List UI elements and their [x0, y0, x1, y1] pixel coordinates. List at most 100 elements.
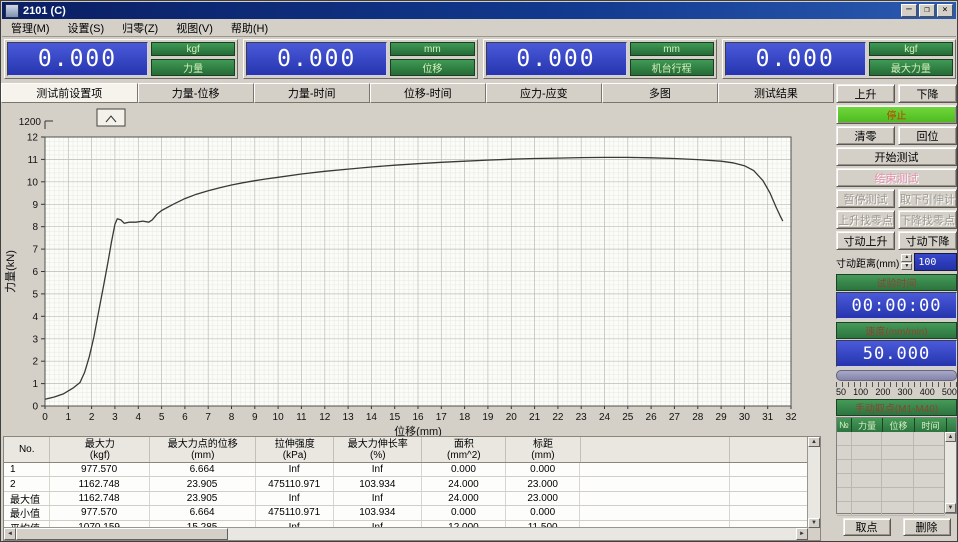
table-cell: 1162.748 — [50, 477, 150, 490]
channel-label: 最大力量 — [869, 59, 953, 76]
table-row[interactable]: 最小值977.5706.664475110.971103.9340.0000.0… — [4, 506, 808, 520]
mp-column-位移: 位移 — [883, 418, 915, 432]
svg-text:29: 29 — [716, 412, 728, 423]
menu-bar: 管理(M)设置(S)归零(Z)视图(V)帮助(H) — [2, 19, 956, 37]
spinner-down-icon[interactable]: ▼ — [901, 263, 912, 271]
results-horizontal-scrollbar[interactable]: ◄ ► — [4, 527, 808, 540]
results-column-header: 最大力点的位移(mm) — [150, 437, 256, 462]
scroll-down-icon[interactable]: ▼ — [945, 503, 956, 513]
svg-text:5: 5 — [159, 412, 165, 423]
speed-scale-label: 50 — [836, 387, 846, 397]
menu-item[interactable]: 帮助(H) — [222, 19, 277, 37]
results-vertical-scrollbar[interactable]: ▲ ▼ — [807, 437, 820, 528]
tab-应力-应变[interactable]: 应力-应变 — [486, 83, 602, 103]
unit-label: kgf — [151, 42, 235, 56]
return-button[interactable]: 回位 — [898, 126, 957, 145]
tab-测试前设置项[interactable]: 测试前设置项 — [1, 83, 138, 103]
tab-位移-时间[interactable]: 位移-时间 — [370, 83, 486, 103]
tab-多图[interactable]: 多图 — [602, 83, 718, 103]
scroll-left-icon[interactable]: ◄ — [4, 528, 16, 540]
x-axis-label: 位移(mm) — [394, 424, 442, 436]
menu-item[interactable]: 视图(V) — [167, 19, 222, 37]
table-cell: 103.934 — [334, 477, 422, 490]
table-cell: 24.000 — [422, 477, 506, 490]
svg-text:1: 1 — [32, 379, 38, 390]
display-力量: 0.000 kgf 力量 — [4, 39, 238, 79]
table-cell: 23.905 — [150, 477, 256, 490]
tab-力量-时间[interactable]: 力量-时间 — [254, 83, 370, 103]
table-cell: 475110.971 — [256, 477, 334, 490]
test-time-header: 试验时间 — [836, 274, 957, 291]
svg-text:12: 12 — [27, 133, 39, 144]
menu-item[interactable]: 管理(M) — [2, 19, 59, 37]
title-bar: 2101 (C) ─ ❐ × — [2, 2, 956, 19]
table-cell: Inf — [334, 492, 422, 505]
speed-slider[interactable]: 50100200300400500 — [836, 370, 957, 397]
up-button[interactable]: 上升 — [836, 84, 895, 103]
scroll-down-icon[interactable]: ▼ — [808, 518, 820, 528]
table-cell — [730, 463, 808, 476]
menu-item[interactable]: 设置(S) — [59, 19, 114, 37]
maximize-button[interactable]: ❐ — [919, 4, 935, 17]
table-cell: 475110.971 — [256, 506, 334, 519]
svg-text:3: 3 — [112, 412, 118, 423]
svg-text:11: 11 — [296, 412, 307, 423]
svg-text:14: 14 — [366, 412, 378, 423]
table-row[interactable]: 最大值1162.74823.905InfInf24.00023.000 — [4, 492, 808, 506]
table-row[interactable]: 21162.74823.905475110.971103.93424.00023… — [4, 477, 808, 491]
table-cell — [580, 492, 730, 505]
delete-point-button[interactable]: 删除 — [903, 518, 951, 536]
table-cell — [580, 506, 730, 519]
svg-text:2: 2 — [32, 357, 38, 368]
jog-distance-label: 寸动距离(mm) — [836, 255, 899, 270]
tab-力量-位移[interactable]: 力量-位移 — [138, 83, 254, 103]
down-find-zero-button: 下降找零点 — [898, 210, 957, 229]
jog-down-button[interactable]: 寸动下降 — [898, 231, 957, 250]
manual-points-scrollbar[interactable]: ▲ ▼ — [944, 432, 956, 513]
scroll-up-icon[interactable]: ▲ — [808, 437, 820, 447]
scroll-right-icon[interactable]: ► — [796, 528, 808, 540]
end-test-button[interactable]: 结束测试 — [836, 168, 957, 187]
menu-item[interactable]: 归零(Z) — [113, 19, 167, 37]
up-find-zero-button: 上升找零点 — [836, 210, 895, 229]
stop-button[interactable]: 停止 — [836, 105, 957, 124]
table-cell — [730, 492, 808, 505]
unit-label: mm — [630, 42, 714, 56]
mp-empty-row — [837, 502, 945, 516]
lcd-value: 0.000 — [486, 42, 627, 76]
take-point-button[interactable]: 取点 — [843, 518, 891, 536]
zero-button[interactable]: 清零 — [836, 126, 895, 145]
down-button[interactable]: 下降 — [898, 84, 957, 103]
scroll-up-icon[interactable]: ▲ — [945, 432, 956, 442]
speed-scale-label: 500 — [942, 387, 957, 397]
svg-text:9: 9 — [252, 412, 258, 423]
tab-测试结果[interactable]: 测试结果 — [718, 83, 834, 103]
table-cell: 23.905 — [150, 492, 256, 505]
minimize-button[interactable]: ─ — [901, 4, 917, 17]
svg-text:17: 17 — [436, 412, 448, 423]
results-column-header: No. — [4, 437, 50, 462]
svg-text:25: 25 — [622, 412, 634, 423]
spinner-up-icon[interactable]: ▲ — [901, 254, 912, 262]
svg-text:7: 7 — [205, 412, 211, 423]
start-test-button[interactable]: 开始测试 — [836, 147, 957, 166]
table-row[interactable]: 1977.5706.664InfInf0.0000.000 — [4, 463, 808, 477]
table-cell: 1162.748 — [50, 492, 150, 505]
table-cell — [730, 506, 808, 519]
jog-up-button[interactable]: 寸动上升 — [836, 231, 895, 250]
jog-distance-spinner[interactable]: ▲ ▼ — [901, 254, 912, 270]
table-cell: 0.000 — [422, 463, 506, 476]
speed-slider-track[interactable] — [836, 370, 957, 381]
display-最大力量: 0.000 kgf 最大力量 — [722, 39, 956, 79]
table-cell: 最大值 — [4, 492, 50, 505]
svg-text:27: 27 — [669, 412, 681, 423]
svg-text:24: 24 — [599, 412, 611, 423]
mp-column-力量: 力量 — [852, 418, 883, 432]
close-button[interactable]: × — [937, 4, 953, 17]
chart-scale-selector — [97, 109, 125, 126]
scrollbar-thumb[interactable] — [16, 528, 228, 540]
unit-label: mm — [390, 42, 474, 56]
jog-distance-input[interactable]: 100 — [914, 253, 957, 271]
svg-text:19: 19 — [482, 412, 494, 423]
lcd-value: 0.000 — [246, 42, 387, 76]
